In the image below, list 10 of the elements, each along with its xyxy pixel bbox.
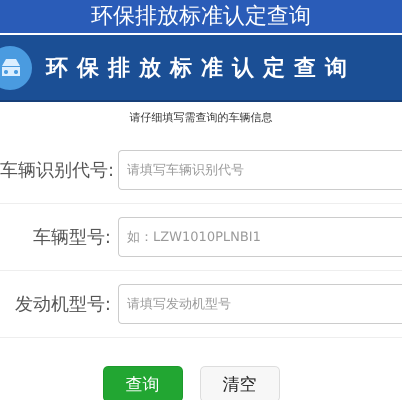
page-title: 环保排放标准认定查询 xyxy=(91,4,311,30)
field-label: 发动机型号: xyxy=(14,293,112,316)
input-field[interactable]: 请填写车辆识别代号 xyxy=(118,150,402,190)
input-field[interactable]: 如：LZW1010PLNBI1 xyxy=(118,217,402,257)
banner-title: 环保排放标准认定查询 xyxy=(46,54,356,82)
field-label: 车辆型号: xyxy=(32,226,112,249)
field-label: 车辆识别代号: xyxy=(0,159,116,182)
clear-button[interactable]: 清空 xyxy=(200,366,280,400)
instructions: 请仔细填写需查询的车辆信息 xyxy=(128,110,274,126)
input-field[interactable]: 请填写发动机型号 xyxy=(118,284,402,324)
